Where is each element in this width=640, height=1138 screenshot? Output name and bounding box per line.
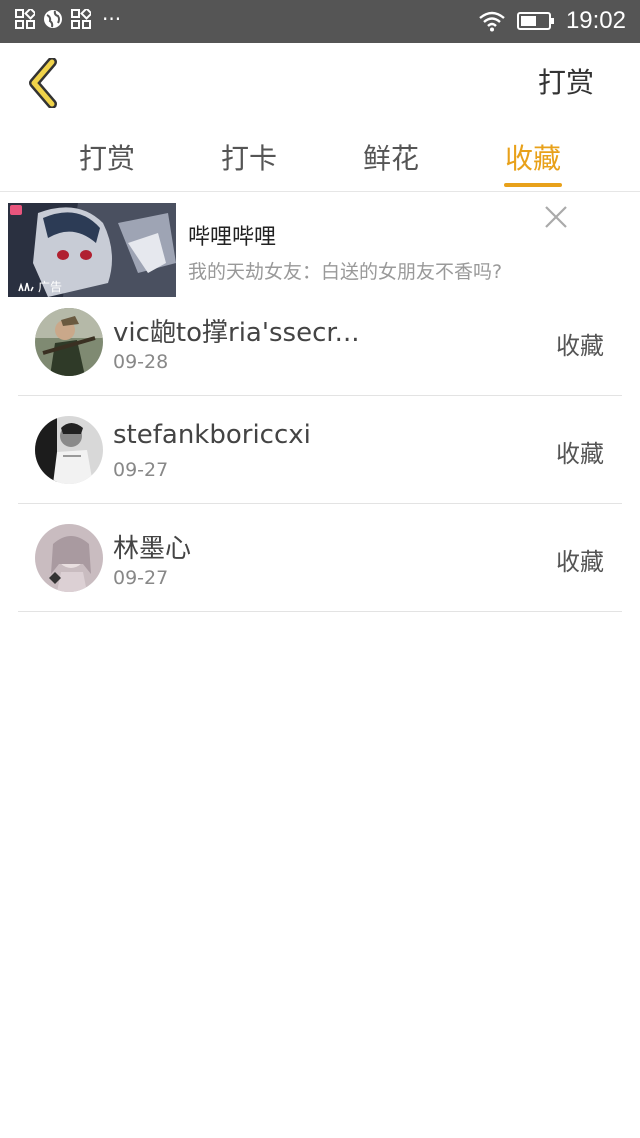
active-tab-indicator <box>504 183 562 187</box>
avatar[interactable] <box>35 308 103 376</box>
tab-favorites[interactable]: 收藏 <box>493 137 573 177</box>
list-item[interactable]: 林墨心 09-27 收藏 <box>18 504 622 612</box>
tab-reward[interactable]: 打赏 <box>67 137 147 177</box>
more-dots-icon: ··· <box>102 7 122 31</box>
avatar[interactable] <box>35 416 103 484</box>
favorite-label: 收藏 <box>556 548 604 576</box>
tab-bar: 打赏 打卡 鲜花 收藏 <box>0 123 640 192</box>
favorite-label: 收藏 <box>556 332 604 360</box>
header: 打赏 <box>0 43 640 123</box>
globe-icon <box>42 8 64 30</box>
reward-button[interactable]: 打赏 <box>538 61 594 101</box>
list-item[interactable]: vic龅to撑ria'ssecr... 09-28 收藏 <box>18 288 622 396</box>
tab-flowers[interactable]: 鲜花 <box>351 137 431 177</box>
user-name: 林墨心 <box>113 534 192 564</box>
clock: 19:02 <box>565 7 626 34</box>
close-icon[interactable] <box>542 203 570 231</box>
item-date: 09-27 <box>113 567 169 589</box>
ad-banner[interactable]: 广告 哔哩哔哩 我的天劫女友：白送的女朋友不香吗? <box>8 203 632 297</box>
avatar[interactable] <box>35 524 103 592</box>
ad-title[interactable]: 哔哩哔哩 <box>188 219 276 251</box>
tab-checkin[interactable]: 打卡 <box>209 137 289 177</box>
favorites-list: vic龅to撑ria'ssecr... 09-28 收藏 stefankbori… <box>18 288 622 612</box>
ad-thumbnail[interactable]: 广告 <box>8 203 176 297</box>
item-date: 09-27 <box>113 459 169 481</box>
item-date: 09-28 <box>113 351 169 373</box>
status-bar: ··· 19:02 <box>0 0 640 43</box>
user-name: vic龅to撑ria'ssecr... <box>113 318 360 348</box>
ad-description[interactable]: 我的天劫女友：白送的女朋友不香吗? <box>188 257 502 284</box>
back-button[interactable] <box>22 55 64 111</box>
app-grid-icon <box>14 8 36 30</box>
battery-icon <box>516 10 556 32</box>
favorite-label: 收藏 <box>556 440 604 468</box>
user-name: stefankboriccxi <box>113 420 311 450</box>
chevron-left-icon <box>29 58 57 108</box>
list-item[interactable]: stefankboriccxi 09-27 收藏 <box>18 396 622 504</box>
wifi-icon <box>478 10 506 32</box>
app-grid-icon <box>70 8 92 30</box>
